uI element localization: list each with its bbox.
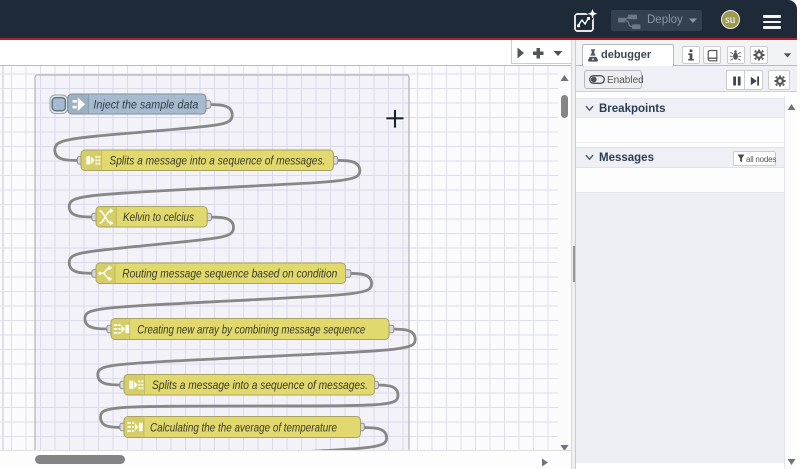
svg-text:Calculating the the average of: Calculating the the average of temperatu… (150, 420, 337, 434)
svg-text:Kelvin to celcius: Kelvin to celcius (123, 210, 194, 224)
svg-text:Splits a message into a sequen: Splits a message into a sequence of mess… (152, 378, 368, 392)
svg-text:Routing message sequence based: Routing message sequence based on condit… (122, 267, 337, 281)
svg-text:Splits a message into a sequen: Splits a message into a sequence of mess… (109, 153, 325, 167)
svg-text:Creating new array by combinin: Creating new array by combining message … (137, 322, 365, 336)
svg-text:Inject the sample data: Inject the sample data (93, 97, 198, 111)
